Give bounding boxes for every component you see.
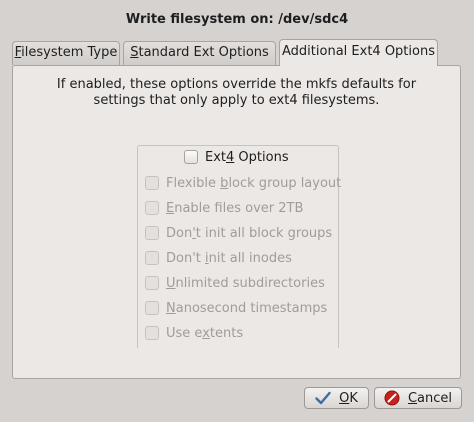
tab-standard-ext-options[interactable]: Standard Ext Options	[123, 41, 276, 65]
checkmark-icon	[315, 391, 331, 405]
checkbox-label: Enable files over 2TB	[166, 200, 304, 216]
tab-panel: If enabled, these options override the m…	[12, 65, 461, 379]
dont-init-all-block-groups-checkbox[interactable]: Don't init all block groups	[145, 224, 332, 242]
checkbox-box[interactable]	[145, 176, 159, 190]
cancel-circle-icon	[384, 390, 400, 406]
checkbox-label: Unlimited subdirectories	[166, 275, 325, 291]
ok-button-label: OK	[339, 390, 358, 406]
panel-description: If enabled, these options override the m…	[56, 77, 417, 108]
ext4-options-group: Ext4 Options Flexible block group layout…	[137, 145, 341, 348]
checkbox-box[interactable]	[184, 150, 198, 164]
checkbox-label: Don't init all inodes	[166, 250, 292, 266]
cancel-button-label: Cancel	[407, 390, 453, 406]
checkbox-box[interactable]	[145, 276, 159, 290]
flexible-block-group-layout-checkbox[interactable]: Flexible block group layout	[145, 174, 341, 192]
tab-additional-ext4-options[interactable]: Additional Ext4 Options	[279, 39, 438, 66]
unlimited-subdirectories-checkbox[interactable]: Unlimited subdirectories	[145, 274, 325, 292]
tab-filesystem-type[interactable]: Filesystem Type	[12, 41, 120, 65]
nanosecond-timestamps-checkbox[interactable]: Nanosecond timestamps	[145, 299, 327, 317]
checkbox-box[interactable]	[145, 226, 159, 240]
checkbox-label: Flexible block group layout	[166, 175, 342, 191]
enable-files-over-2tb-checkbox[interactable]: Enable files over 2TB	[145, 199, 303, 217]
checkbox-box[interactable]	[145, 326, 159, 340]
checkbox-label: Nanosecond timestamps	[166, 300, 328, 316]
ok-button[interactable]: OK	[304, 387, 369, 409]
checkbox-box[interactable]	[145, 251, 159, 265]
dont-init-all-inodes-checkbox[interactable]: Don't init all inodes	[145, 249, 292, 267]
checkbox-label: Don't init all block groups	[166, 225, 333, 241]
dialog-title: Write filesystem on: /dev/sdc4	[125, 12, 349, 27]
checkbox-label: Use extents	[166, 325, 244, 341]
ext4-options-checkbox[interactable]: Ext4 Options	[184, 148, 289, 166]
checkbox-box[interactable]	[145, 301, 159, 315]
use-extents-checkbox[interactable]: Use extents	[145, 324, 243, 342]
checkbox-box[interactable]	[145, 201, 159, 215]
cancel-button[interactable]: Cancel	[374, 387, 462, 409]
checkbox-label: Ext4 Options	[205, 149, 289, 165]
